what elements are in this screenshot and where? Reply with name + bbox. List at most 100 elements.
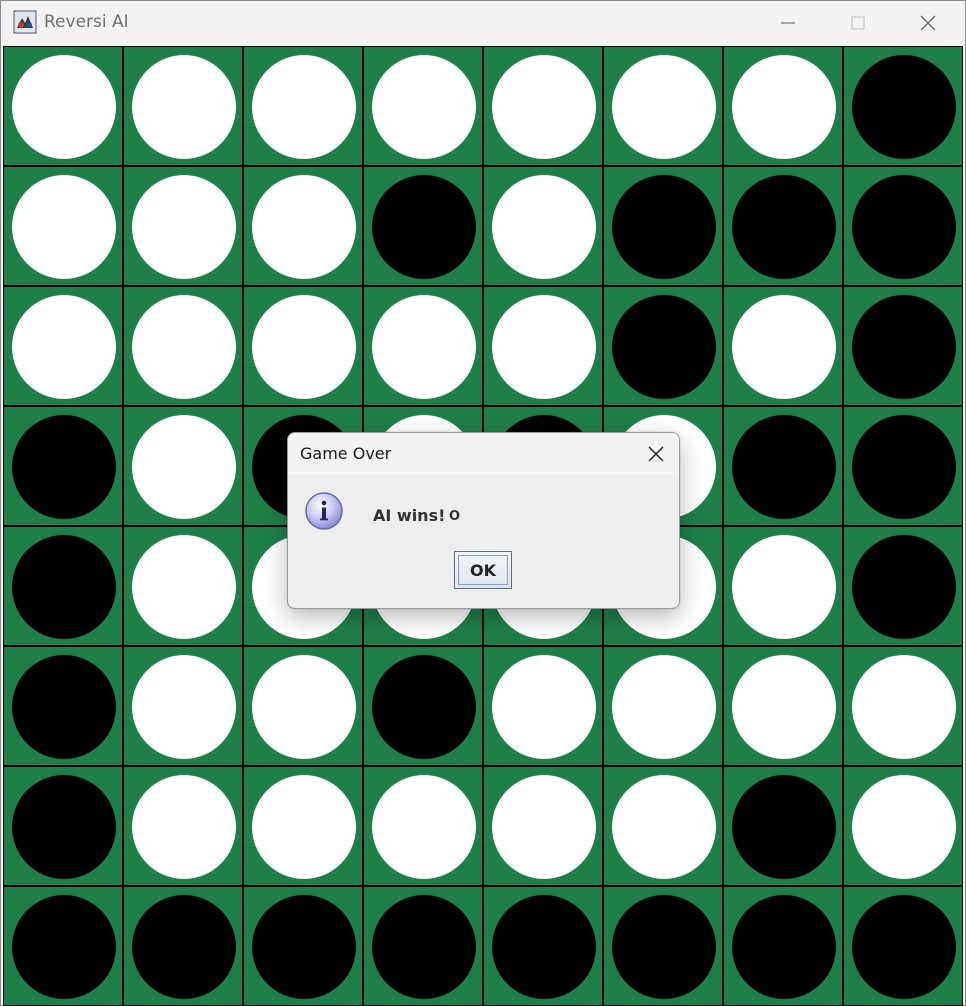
white-piece <box>132 415 236 519</box>
black-piece <box>12 535 116 639</box>
board-cell[interactable] <box>603 286 723 406</box>
board-cell[interactable] <box>843 166 963 286</box>
board-cell[interactable] <box>843 766 963 886</box>
board-cell[interactable] <box>483 646 603 766</box>
board-cell[interactable] <box>603 46 723 166</box>
black-piece <box>852 175 956 279</box>
white-piece <box>492 775 596 879</box>
board-cell[interactable] <box>3 286 123 406</box>
board-cell[interactable] <box>243 766 363 886</box>
board-cell[interactable] <box>123 286 243 406</box>
board-cell[interactable] <box>363 646 483 766</box>
board-cell[interactable] <box>123 526 243 646</box>
board-cell[interactable] <box>723 166 843 286</box>
white-piece <box>492 295 596 399</box>
board-cell[interactable] <box>843 646 963 766</box>
white-piece <box>132 655 236 759</box>
board-cell[interactable] <box>483 166 603 286</box>
board-cell[interactable] <box>603 166 723 286</box>
board-cell[interactable] <box>123 646 243 766</box>
black-piece <box>12 895 116 999</box>
board-cell[interactable] <box>3 646 123 766</box>
reversi-app-icon <box>13 10 37 34</box>
white-piece <box>252 175 356 279</box>
board-cell[interactable] <box>483 886 603 1006</box>
dialog-title-bar[interactable]: Game Over <box>288 433 679 475</box>
board-cell[interactable] <box>483 286 603 406</box>
board-cell[interactable] <box>483 766 603 886</box>
black-piece <box>852 535 956 639</box>
board-cell[interactable] <box>723 406 843 526</box>
board-cell[interactable] <box>843 406 963 526</box>
black-piece <box>612 175 716 279</box>
ok-button[interactable]: OK <box>454 551 512 589</box>
board-cell[interactable] <box>363 766 483 886</box>
white-piece <box>612 55 716 159</box>
board-cell[interactable] <box>363 46 483 166</box>
white-piece <box>132 535 236 639</box>
black-piece <box>12 415 116 519</box>
white-piece <box>492 175 596 279</box>
white-piece <box>132 775 236 879</box>
board-cell[interactable] <box>363 886 483 1006</box>
maximize-button[interactable] <box>823 1 893 45</box>
board-cell[interactable] <box>843 46 963 166</box>
black-piece <box>372 175 476 279</box>
white-piece <box>852 655 956 759</box>
minimize-icon <box>781 22 795 24</box>
black-piece <box>732 895 836 999</box>
board-cell[interactable] <box>723 886 843 1006</box>
board-cell[interactable] <box>123 166 243 286</box>
board-cell[interactable] <box>243 46 363 166</box>
white-piece <box>252 655 356 759</box>
title-bar[interactable]: Reversi AI <box>1 1 965 45</box>
board-cell[interactable] <box>3 406 123 526</box>
board-cell[interactable] <box>3 166 123 286</box>
board-cell[interactable] <box>123 886 243 1006</box>
board-cell[interactable] <box>243 646 363 766</box>
board-cell[interactable] <box>243 886 363 1006</box>
board-cell[interactable] <box>243 286 363 406</box>
board-cell[interactable] <box>723 526 843 646</box>
board-cell[interactable] <box>123 46 243 166</box>
board-cell[interactable] <box>723 766 843 886</box>
board-cell[interactable] <box>603 646 723 766</box>
board-cell[interactable] <box>123 766 243 886</box>
close-window-button[interactable] <box>893 1 963 45</box>
black-piece <box>852 295 956 399</box>
board-cell[interactable] <box>483 46 603 166</box>
white-piece <box>12 295 116 399</box>
board-cell[interactable] <box>243 166 363 286</box>
board-cell[interactable] <box>3 526 123 646</box>
black-piece <box>132 895 236 999</box>
board-cell[interactable] <box>723 646 843 766</box>
board-cell[interactable] <box>3 766 123 886</box>
white-piece <box>732 55 836 159</box>
board-cell[interactable] <box>603 886 723 1006</box>
board-cell[interactable] <box>603 766 723 886</box>
white-piece <box>132 175 236 279</box>
board-cell[interactable] <box>843 886 963 1006</box>
black-piece <box>732 175 836 279</box>
board-cell[interactable] <box>723 286 843 406</box>
close-icon <box>648 446 664 462</box>
black-piece <box>372 895 476 999</box>
board-cell[interactable] <box>723 46 843 166</box>
black-piece <box>732 415 836 519</box>
board-cell[interactable] <box>363 166 483 286</box>
board-cell[interactable] <box>3 886 123 1006</box>
black-piece <box>852 895 956 999</box>
black-piece <box>372 655 476 759</box>
white-piece <box>12 175 116 279</box>
board-cell[interactable] <box>3 46 123 166</box>
white-piece <box>12 55 116 159</box>
board-cell[interactable] <box>123 406 243 526</box>
board-cell[interactable] <box>843 526 963 646</box>
board-cell[interactable] <box>363 286 483 406</box>
dialog-message-mark: O <box>449 509 461 524</box>
dialog-close-button[interactable] <box>639 437 673 471</box>
minimize-button[interactable] <box>753 1 823 45</box>
white-piece <box>252 775 356 879</box>
white-piece <box>492 655 596 759</box>
board-cell[interactable] <box>843 286 963 406</box>
